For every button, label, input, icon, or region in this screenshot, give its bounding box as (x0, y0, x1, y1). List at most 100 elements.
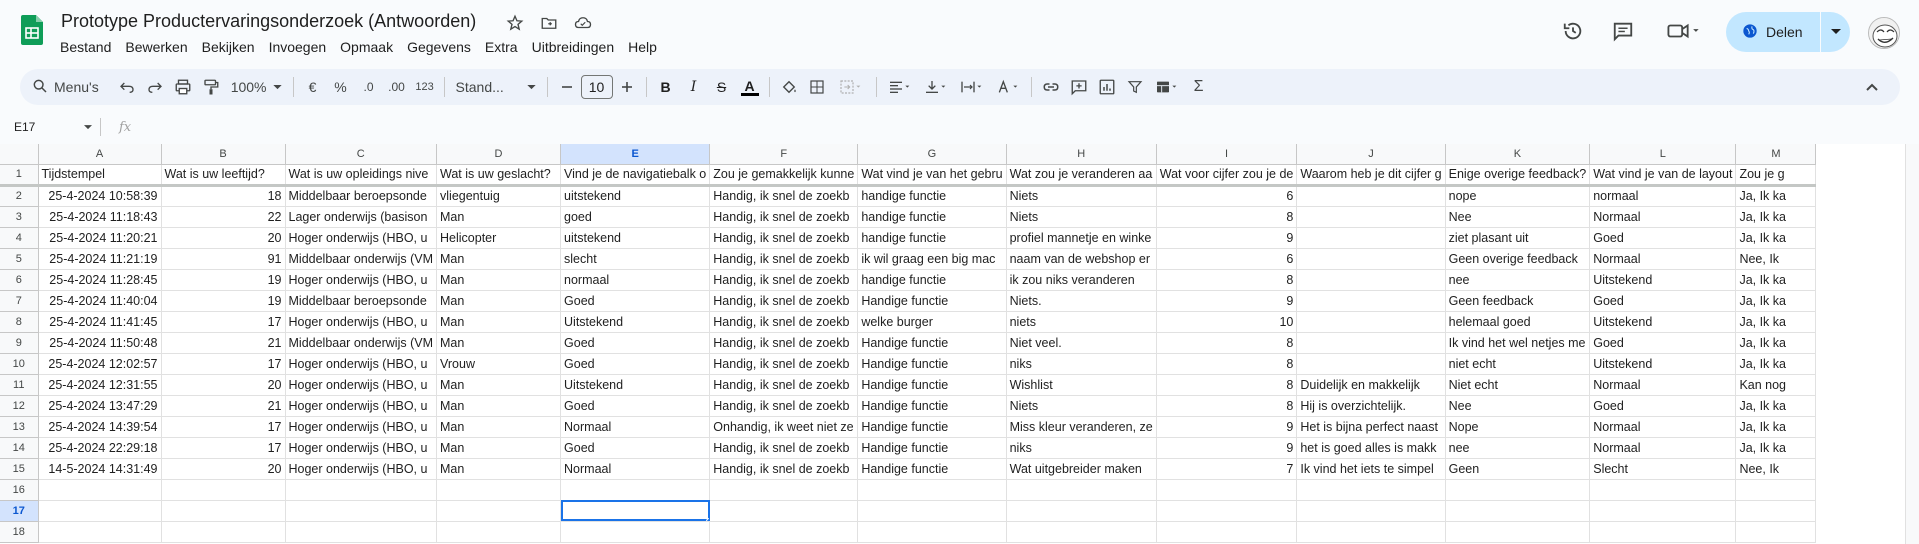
table-cell[interactable]: het is goed alles is makk (1296, 437, 1446, 459)
column-header-i[interactable]: I (1156, 144, 1298, 165)
table-cell[interactable] (1296, 521, 1446, 543)
table-cell[interactable]: Geen overige feedback (1445, 248, 1591, 270)
table-cell[interactable]: 17 (161, 437, 286, 459)
table-cell[interactable] (436, 500, 562, 522)
table-cell[interactable]: Ja, Ik ka (1735, 290, 1817, 312)
table-cell[interactable]: 91 (161, 248, 286, 270)
row-header[interactable]: 16 (0, 479, 39, 501)
table-cell[interactable]: Duidelijk en makkelijk (1296, 374, 1446, 396)
table-cell[interactable]: Handig, ik snel de zoekb (709, 374, 859, 396)
row-header[interactable]: 11 (0, 374, 39, 396)
table-cell[interactable]: 25-4-2024 12:31:55 (38, 374, 162, 396)
table-cell[interactable] (161, 479, 286, 501)
header-cell[interactable]: Tijdstempel (38, 164, 162, 187)
table-cell[interactable]: Hij is overzichtelijk. (1296, 395, 1446, 417)
table-cell[interactable]: Ja, Ik ka (1735, 353, 1817, 375)
vertical-align-icon[interactable] (918, 73, 954, 101)
move-to-folder-icon[interactable] (537, 12, 561, 34)
table-cell[interactable]: 25-4-2024 11:18:43 (38, 206, 162, 228)
table-cell[interactable]: 25-4-2024 11:41:45 (38, 311, 162, 333)
table-cell[interactable]: 9 (1156, 416, 1298, 438)
table-cell[interactable]: 25-4-2024 22:29:18 (38, 437, 162, 459)
table-cell[interactable]: Handige functie (857, 395, 1007, 417)
table-cell[interactable]: niks (1006, 437, 1157, 459)
share-options-chevron-icon[interactable] (1821, 29, 1850, 35)
table-cell[interactable]: Onhandig, ik weet niet ze (709, 416, 859, 438)
cloud-saved-icon[interactable] (571, 12, 595, 34)
table-cell[interactable]: Ik vind het iets te simpel (1296, 458, 1446, 480)
meet-video-icon[interactable] (1664, 18, 1704, 44)
row-header[interactable]: 8 (0, 311, 39, 333)
table-cell[interactable] (1589, 500, 1737, 522)
table-cell[interactable] (1296, 479, 1446, 501)
column-header-m[interactable]: M (1735, 144, 1817, 165)
table-cell[interactable]: Niet echt (1445, 374, 1591, 396)
table-cell[interactable]: 17 (161, 353, 286, 375)
table-cell[interactable]: Niets (1006, 206, 1157, 228)
table-cell[interactable]: Vrouw (436, 353, 562, 375)
table-cell[interactable]: 9 (1156, 437, 1298, 459)
table-cell[interactable]: Handig, ik snel de zoekb (709, 206, 859, 228)
menu-opmaak[interactable]: Opmaak (333, 37, 400, 57)
table-cell[interactable] (38, 479, 162, 501)
table-cell[interactable]: 8 (1156, 206, 1298, 228)
table-cell[interactable] (161, 521, 286, 543)
table-cell[interactable]: Man (436, 374, 562, 396)
table-cell[interactable] (285, 479, 438, 501)
menu-bestand[interactable]: Bestand (53, 37, 118, 57)
text-wrapping-icon[interactable] (954, 73, 990, 101)
column-header-j[interactable]: J (1296, 144, 1446, 165)
table-cell[interactable]: Wishlist (1006, 374, 1157, 396)
table-cell[interactable]: Goed (560, 290, 711, 312)
sheets-logo-icon[interactable] (21, 15, 43, 45)
table-cell[interactable]: vliegentuig (436, 185, 562, 207)
column-header-l[interactable]: L (1589, 144, 1737, 165)
header-cell[interactable]: Vind je de navigatiebalk o (560, 164, 711, 187)
table-cell[interactable]: 20 (161, 227, 286, 249)
table-cell[interactable] (1445, 479, 1591, 501)
table-cell[interactable]: Goed (1589, 332, 1737, 354)
row-header[interactable]: 17 (0, 500, 39, 522)
table-cell[interactable]: Ja, Ik ka (1735, 185, 1817, 207)
table-cell[interactable]: Niets. (1006, 290, 1157, 312)
table-cell[interactable]: 25-4-2024 13:47:29 (38, 395, 162, 417)
table-cell[interactable]: 21 (161, 332, 286, 354)
row-header[interactable]: 15 (0, 458, 39, 480)
table-cell[interactable]: 25-4-2024 14:39:54 (38, 416, 162, 438)
italic-button[interactable]: I (680, 73, 708, 101)
table-cell[interactable]: Lager onderwijs (basison (285, 206, 438, 228)
table-cell[interactable]: Handige functie (857, 458, 1007, 480)
table-cell[interactable]: nope (1445, 185, 1591, 207)
table-cell[interactable]: 25-4-2024 11:50:48 (38, 332, 162, 354)
table-cell[interactable]: 20 (161, 458, 286, 480)
row-header[interactable]: 5 (0, 248, 39, 270)
table-cell[interactable]: Man (436, 311, 562, 333)
table-cell[interactable]: Handige functie (857, 332, 1007, 354)
table-cell[interactable]: 10 (1156, 311, 1298, 333)
row-header[interactable]: 13 (0, 416, 39, 438)
table-cell[interactable]: Normaal (1589, 437, 1737, 459)
name-box[interactable]: E17 (0, 120, 100, 134)
bold-button[interactable]: B (652, 73, 680, 101)
table-cell[interactable]: Ja, Ik ka (1735, 332, 1817, 354)
table-cell[interactable]: Wat uitgebreider maken (1006, 458, 1157, 480)
table-cell[interactable]: Normaal (1589, 374, 1737, 396)
table-cell[interactable]: Handig, ik snel de zoekb (709, 269, 859, 291)
table-cell[interactable]: 25-4-2024 12:02:57 (38, 353, 162, 375)
table-cell[interactable] (1296, 248, 1446, 270)
share-button[interactable]: Delen (1726, 12, 1850, 52)
text-rotation-icon[interactable] (990, 73, 1026, 101)
undo-icon[interactable] (113, 73, 141, 101)
table-cell[interactable]: Man (436, 395, 562, 417)
table-cell[interactable]: niet echt (1445, 353, 1591, 375)
table-cell[interactable] (1735, 479, 1817, 501)
insert-comment-icon[interactable] (1065, 73, 1093, 101)
table-cell[interactable]: Man (436, 437, 562, 459)
table-cell[interactable]: 7 (1156, 458, 1298, 480)
table-cell[interactable]: Ja, Ik ka (1735, 437, 1817, 459)
table-cell[interactable] (1445, 521, 1591, 543)
comments-icon[interactable] (1610, 18, 1636, 44)
star-icon[interactable] (503, 12, 527, 34)
table-cell[interactable]: Uitstekend (560, 311, 711, 333)
table-cell[interactable]: Handig, ik snel de zoekb (709, 290, 859, 312)
